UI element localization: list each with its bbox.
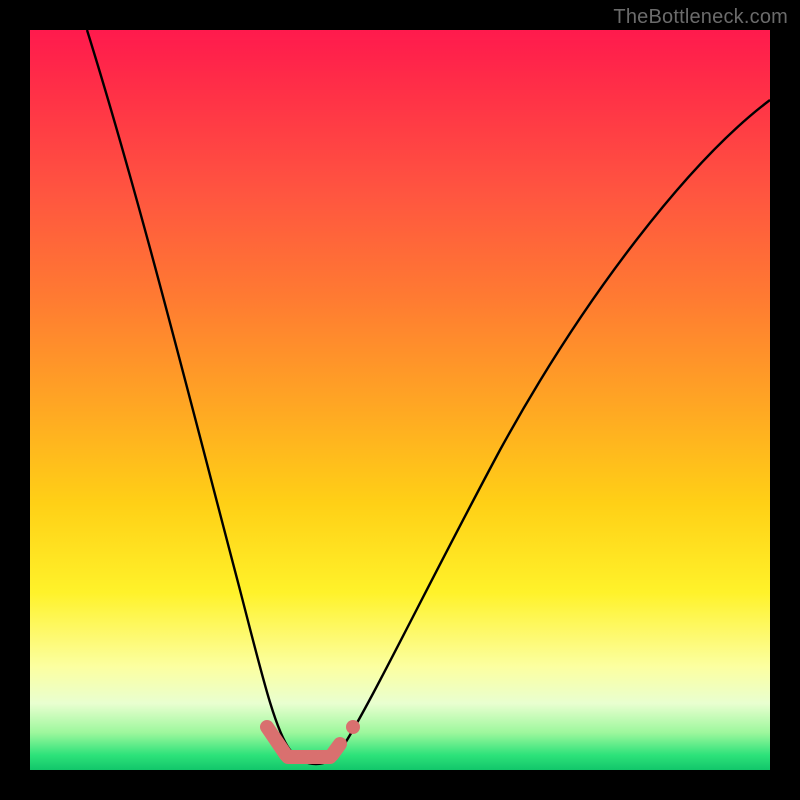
bottom-marker-right <box>332 744 340 755</box>
bottleneck-curve <box>87 30 770 764</box>
chart-svg <box>30 30 770 770</box>
chart-frame: TheBottleneck.com <box>0 0 800 800</box>
watermark-text: TheBottleneck.com <box>613 6 788 29</box>
bottom-marker-dot <box>346 720 360 734</box>
bottom-marker-left <box>267 727 286 755</box>
bottom-marker-group <box>267 727 340 757</box>
